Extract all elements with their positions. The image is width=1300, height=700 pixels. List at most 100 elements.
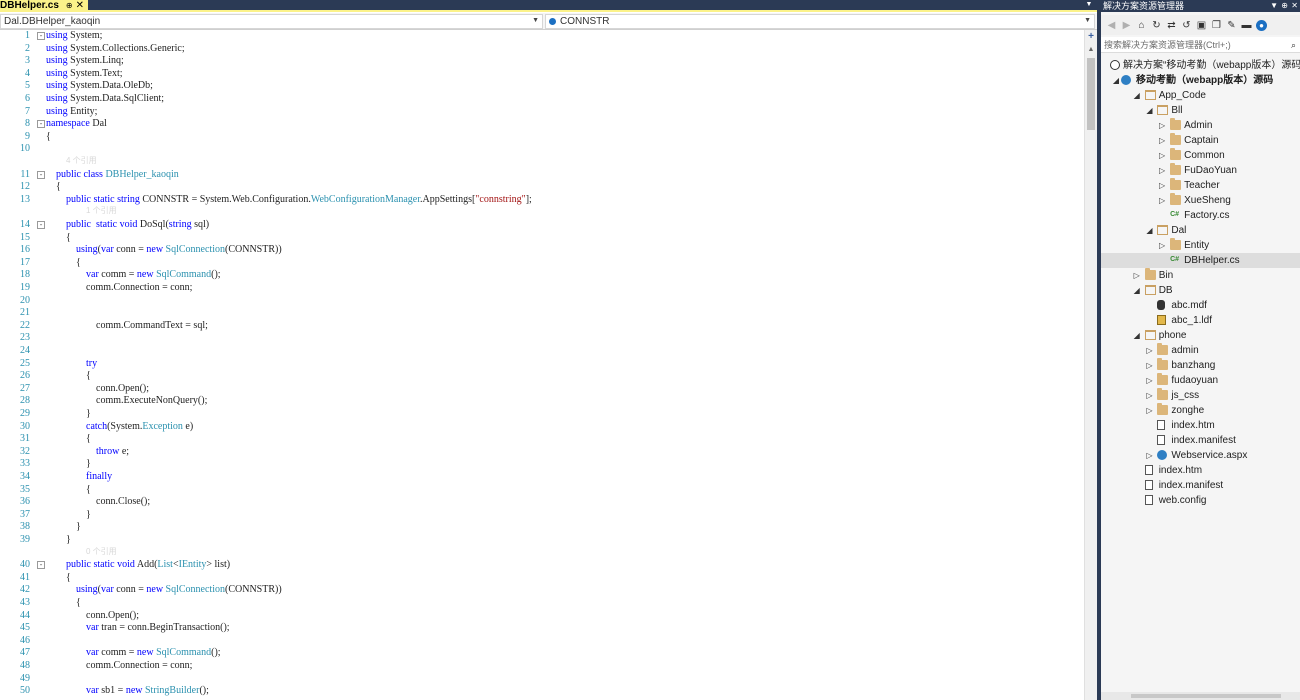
collapse-icon[interactable]: -: [37, 32, 45, 40]
codelens-label[interactable]: 0 个引用: [86, 547, 117, 557]
tree-item[interactable]: ▷ Webservice.aspx: [1101, 448, 1300, 463]
tree-item[interactable]: ◢ Dal: [1101, 223, 1300, 238]
code-line[interactable]: 2 using System.Collections.Generic;: [0, 43, 1084, 56]
code-line[interactable]: 3 using System.Linq;: [0, 55, 1084, 68]
code-line[interactable]: 29 }: [0, 408, 1084, 421]
code-line[interactable]: 47 var comm = new SqlCommand();: [0, 647, 1084, 660]
code-line[interactable]: 41 {: [0, 572, 1084, 585]
collapsed-arrow-icon[interactable]: ▷: [1133, 269, 1141, 282]
tree-item[interactable]: ▷ FuDaoYuan: [1101, 163, 1300, 178]
history-icon[interactable]: ↻: [1151, 20, 1162, 31]
collapsed-arrow-icon[interactable]: ▷: [1145, 344, 1153, 357]
document-tab-dbhelper[interactable]: DBHelper.cs ⊕ ✕: [0, 0, 89, 11]
tree-item[interactable]: C# Factory.cs: [1101, 208, 1300, 223]
collapse-icon[interactable]: -: [37, 221, 45, 229]
code-line[interactable]: 49: [0, 673, 1084, 686]
tree-item[interactable]: ◢ DB: [1101, 283, 1300, 298]
code-line[interactable]: 48 comm.Connection = conn;: [0, 660, 1084, 673]
refresh-icon[interactable]: ↺: [1181, 20, 1192, 31]
code-line[interactable]: 18 var comm = new SqlCommand();: [0, 269, 1084, 282]
tree-item[interactable]: ▷ Common: [1101, 148, 1300, 163]
code-line[interactable]: 39 }: [0, 534, 1084, 547]
back-icon[interactable]: ◀: [1106, 20, 1117, 31]
collapsed-arrow-icon[interactable]: ▷: [1145, 449, 1153, 462]
codelens-label[interactable]: 1 个引用: [86, 206, 117, 216]
code-line[interactable]: 8- namespace Dal: [0, 118, 1084, 131]
search-icon[interactable]: ⌕: [1291, 37, 1296, 53]
expanded-arrow-icon[interactable]: ◢: [1133, 329, 1141, 342]
expanded-arrow-icon[interactable]: ◢: [1145, 104, 1153, 117]
collapse-icon[interactable]: -: [37, 561, 45, 570]
tree-item[interactable]: index.manifest: [1101, 478, 1300, 493]
code-line[interactable]: 37 }: [0, 509, 1084, 522]
collapsed-arrow-icon[interactable]: ▷: [1145, 359, 1153, 372]
code-line[interactable]: 7 using Entity;: [0, 106, 1084, 119]
code-line[interactable]: 5 using System.Data.OleDb;: [0, 80, 1084, 93]
codelens-label[interactable]: 4 个引用: [66, 156, 97, 166]
split-editor-icon[interactable]: +: [1086, 32, 1096, 42]
code-line[interactable]: 42 using(var conn = new SqlConnection(CO…: [0, 584, 1084, 597]
codelens-reference-count[interactable]: 0 个引用: [0, 547, 1084, 560]
pin-icon[interactable]: ⊕: [66, 1, 73, 10]
code-line[interactable]: 32 throw e;: [0, 446, 1084, 459]
tree-item[interactable]: ▷ zonghe: [1101, 403, 1300, 418]
tree-item[interactable]: C# DBHelper.cs: [1101, 253, 1300, 268]
code-editor[interactable]: DBHelper.cs ⊕ ✕ ▼ Dal.DBHelper_kaoqin ▼ …: [0, 0, 1097, 700]
horizontal-scrollbar[interactable]: [1101, 692, 1300, 700]
code-line[interactable]: 17 {: [0, 257, 1084, 270]
codelens-reference-count[interactable]: 1 个引用: [0, 206, 1084, 219]
code-line[interactable]: 1- using System;: [0, 30, 1084, 43]
properties-icon[interactable]: ✎: [1226, 20, 1237, 31]
code-line[interactable]: 33 }: [0, 458, 1084, 471]
collapse-icon[interactable]: -: [37, 170, 45, 179]
close-tab-icon[interactable]: ✕: [76, 0, 84, 11]
code-line[interactable]: 46: [0, 635, 1084, 648]
collapse-all-icon[interactable]: ▣: [1196, 20, 1207, 31]
code-line[interactable]: 16 using(var conn = new SqlConnection(CO…: [0, 244, 1084, 257]
tree-item[interactable]: ◢ App_Code: [1101, 88, 1300, 103]
settings-icon[interactable]: ●: [1256, 19, 1267, 31]
code-line[interactable]: 15 {: [0, 232, 1084, 245]
code-line[interactable]: 22 comm.CommandText = sql;: [0, 320, 1084, 333]
dropdown-icon[interactable]: ▼: [1270, 0, 1278, 12]
collapsed-arrow-icon[interactable]: ▷: [1158, 179, 1166, 192]
preview-icon[interactable]: ▬: [1241, 20, 1252, 31]
expanded-arrow-icon[interactable]: ◢: [1133, 284, 1141, 297]
tree-item[interactable]: abc.mdf: [1101, 298, 1300, 313]
code-line[interactable]: 27 conn.Open();: [0, 383, 1084, 396]
collapsed-arrow-icon[interactable]: ▷: [1158, 164, 1166, 177]
show-all-files-icon[interactable]: ❐: [1211, 20, 1222, 31]
collapsed-arrow-icon[interactable]: ▷: [1158, 149, 1166, 162]
collapsed-arrow-icon[interactable]: ▷: [1158, 239, 1166, 252]
tab-overflow-icon[interactable]: ▼: [1085, 1, 1093, 9]
scroll-up-icon[interactable]: ▲: [1086, 45, 1096, 54]
tree-item[interactable]: ▷ fudaoyuan: [1101, 373, 1300, 388]
collapsed-arrow-icon[interactable]: ▷: [1158, 194, 1166, 207]
tree-item[interactable]: ▷ XueSheng: [1101, 193, 1300, 208]
tree-item[interactable]: ▷ Admin: [1101, 118, 1300, 133]
code-line[interactable]: 9{: [0, 131, 1084, 144]
code-line[interactable]: 34 finally: [0, 471, 1084, 484]
tree-item[interactable]: 解决方案“移动考勤（webapp版本）源码”(1: [1101, 58, 1300, 73]
sync-icon[interactable]: ⇄: [1166, 20, 1177, 31]
tree-item[interactable]: ▷ banzhang: [1101, 358, 1300, 373]
code-line[interactable]: 35 {: [0, 484, 1084, 497]
code-line[interactable]: 10: [0, 143, 1084, 156]
collapsed-arrow-icon[interactable]: ▷: [1145, 389, 1153, 402]
tree-item[interactable]: ◢ Bll: [1101, 103, 1300, 118]
pin-icon[interactable]: ⊕: [1281, 0, 1288, 12]
scrollbar-thumb[interactable]: [1131, 694, 1281, 698]
code-line[interactable]: 38 }: [0, 521, 1084, 534]
code-line[interactable]: 4 using System.Text;: [0, 68, 1084, 81]
home-icon[interactable]: ⌂: [1136, 20, 1147, 31]
code-line[interactable]: 13 public static string CONNSTR = System…: [0, 194, 1084, 207]
tree-item[interactable]: ▷ js_css: [1101, 388, 1300, 403]
tree-item[interactable]: ◢ 移动考勤（webapp版本）源码: [1101, 73, 1300, 88]
member-dropdown[interactable]: CONNSTR ▼: [545, 14, 1095, 29]
collapse-icon[interactable]: -: [37, 120, 45, 129]
code-line[interactable]: 31 {: [0, 433, 1084, 446]
code-line[interactable]: 26 {: [0, 370, 1084, 383]
collapsed-arrow-icon[interactable]: ▷: [1145, 404, 1153, 417]
tree-item[interactable]: web.config: [1101, 493, 1300, 508]
collapsed-arrow-icon[interactable]: ▷: [1145, 374, 1153, 387]
